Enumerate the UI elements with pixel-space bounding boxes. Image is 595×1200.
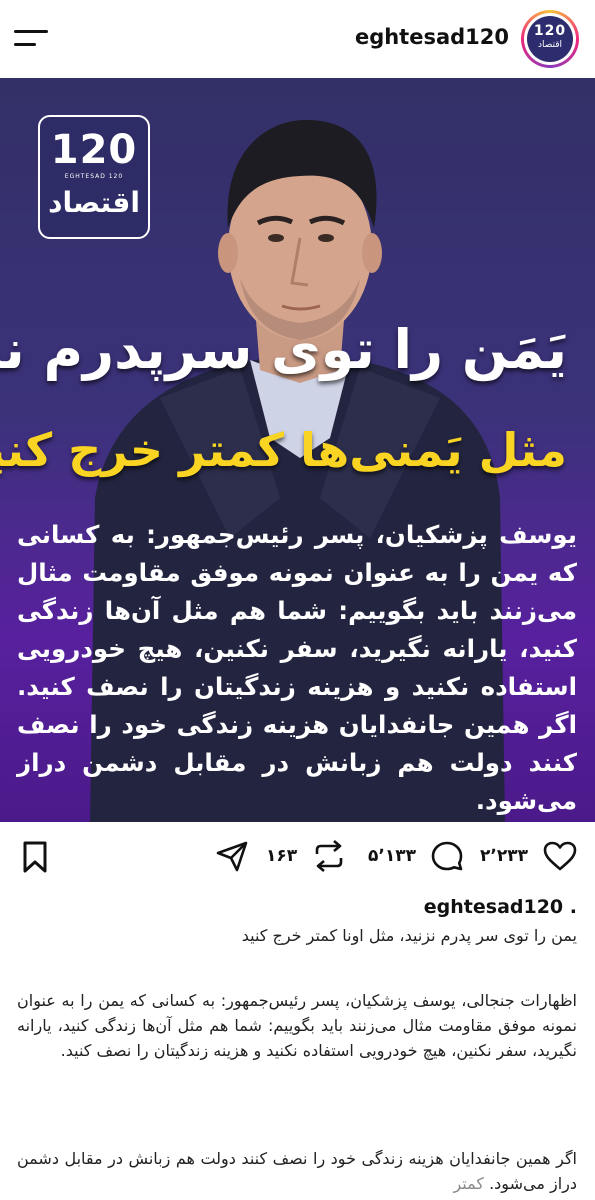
caption-paragraph-2-text: اگر همین جانفدایان هزینه زندگی خود را نص… bbox=[17, 1149, 577, 1193]
heart-icon bbox=[543, 841, 577, 871]
like-button[interactable]: ۲٬۲۳۳ bbox=[480, 840, 580, 872]
account-name[interactable]: eghtesad120 bbox=[355, 25, 509, 49]
post-image[interactable]: 120 EGHTESAD 120 اقتصاد یَمَن را توی سرپ… bbox=[0, 78, 595, 822]
logo-english: EGHTESAD 120 bbox=[64, 173, 124, 180]
action-bar: ۱۶۳ ۵٬۱۳۳ ۲٬۲۳۳ bbox=[0, 822, 595, 892]
image-body-text: یوسف پزشکیان، پسر رئیس‌جمهور: به کسانی ک… bbox=[17, 520, 577, 815]
avatar-word: اقتصاد bbox=[537, 40, 563, 50]
comment-icon bbox=[431, 841, 463, 871]
comment-button[interactable]: ۵٬۱۳۳ bbox=[368, 840, 468, 872]
share-button[interactable] bbox=[215, 840, 251, 872]
caption-paragraph-1: اظهارات جنجالی، یوسف پزشکیان، پسر رئیس‌ج… bbox=[17, 991, 577, 1060]
menu-icon[interactable] bbox=[14, 25, 50, 53]
top-bar: eghtesad120 120 اقتصاد bbox=[0, 0, 595, 78]
avatar-number: 120 bbox=[533, 23, 567, 39]
logo-word: اقتصاد bbox=[48, 186, 140, 219]
caption-paragraph-2: اگر همین جانفدایان هزینه زندگی خود را نص… bbox=[17, 1146, 577, 1196]
repost-button[interactable]: ۱۶۳ bbox=[266, 840, 352, 872]
repost-icon bbox=[315, 840, 343, 872]
less-link[interactable]: کمتر bbox=[453, 1174, 484, 1193]
comment-count: ۵٬۱۳۳ bbox=[368, 846, 416, 866]
avatar[interactable]: 120 اقتصاد bbox=[521, 10, 579, 68]
caption-username[interactable]: eghtesad120 . bbox=[424, 896, 577, 918]
share-icon bbox=[216, 841, 248, 872]
image-headline-2: مثل یَمنی‌ها کمتر خرج کنید bbox=[0, 423, 567, 477]
image-headline-1: یَمَن را توی سرپدرم نزنید bbox=[0, 318, 567, 381]
logo-number: 120 bbox=[50, 127, 138, 173]
like-count: ۲٬۲۳۳ bbox=[480, 846, 528, 866]
bookmark-icon[interactable] bbox=[20, 840, 50, 874]
repost-count: ۱۶۳ bbox=[266, 846, 298, 866]
caption-title: یمن را توی سر پدرم نزنید، مثل اونا کمتر … bbox=[241, 926, 577, 945]
brand-logo: 120 EGHTESAD 120 اقتصاد bbox=[38, 115, 150, 239]
